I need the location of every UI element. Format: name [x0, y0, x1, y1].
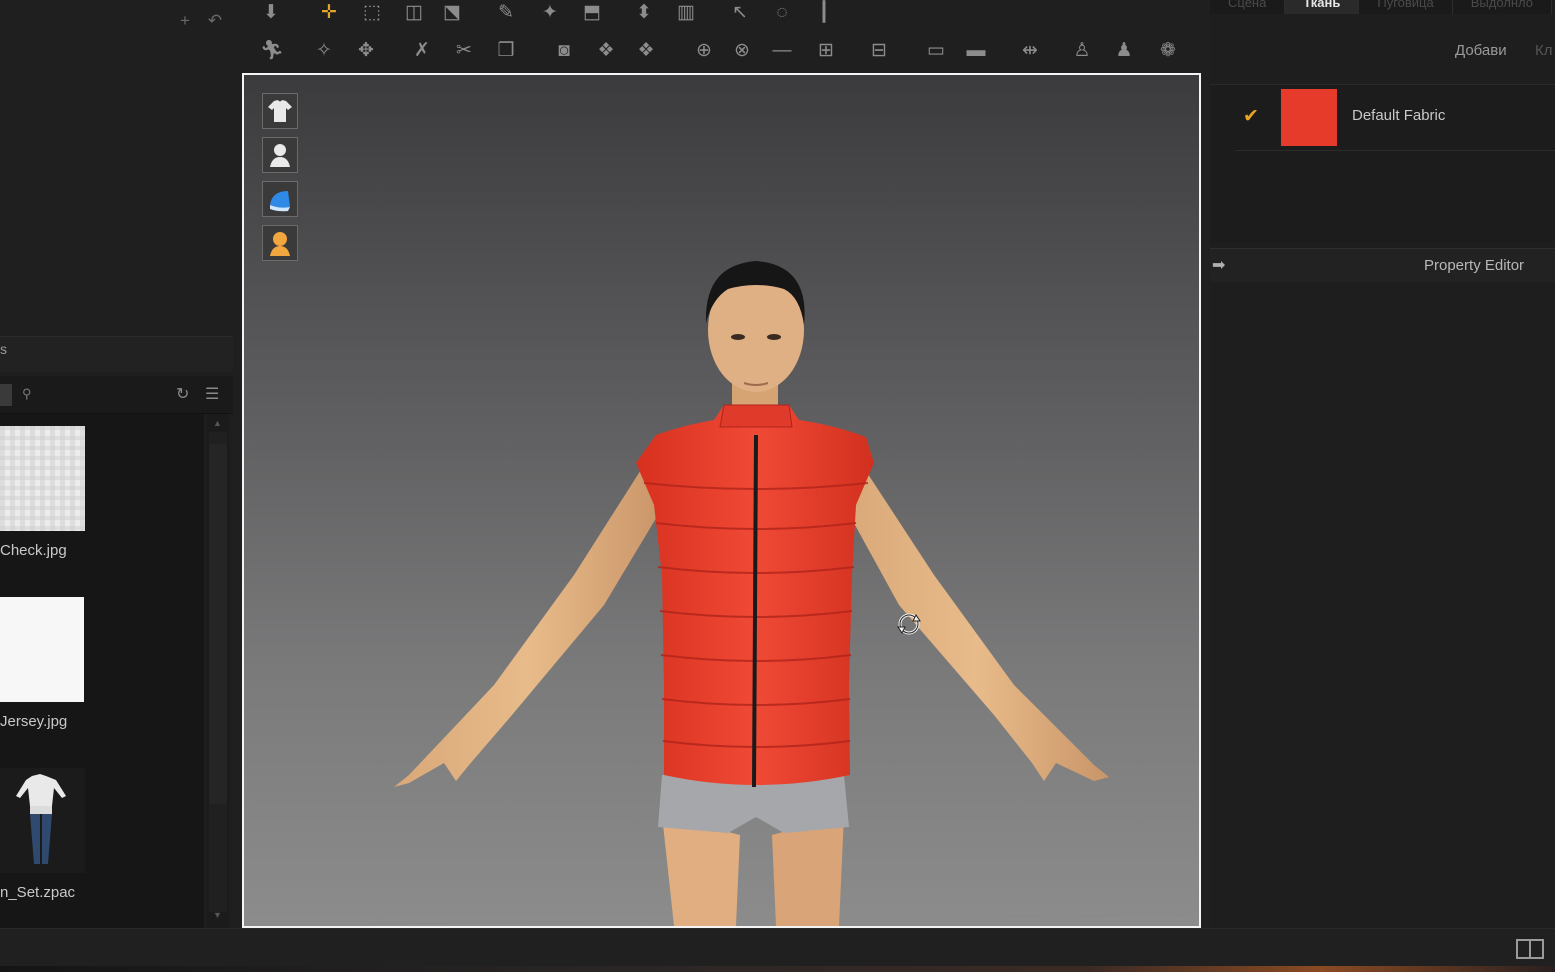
pen-icon[interactable]: ✎ [492, 0, 520, 26]
object-tabs: Сцена Ткань Пуговица Выдолнло [1210, 0, 1555, 14]
avatar-measure-icon[interactable]: ⊟ [865, 38, 893, 64]
status-bar [0, 928, 1555, 966]
show-avatar-icon[interactable] [262, 137, 298, 173]
cut-icon[interactable]: ✂ [450, 38, 478, 64]
toolbar-row-1: ⬇ ✛ ⬚ ◫ ⬔ ✎ ✦ ⬒ ⬍ ▥ ↖ ◌ ┃ [240, 0, 1205, 28]
library-list: Check.jpg Jersey.jpg n_Set.zpac [0, 414, 204, 928]
button-icon[interactable]: ⊕ [690, 38, 718, 64]
fold-arrange-icon[interactable]: ⇹ [1016, 38, 1044, 64]
plus-icon[interactable]: + [176, 12, 194, 30]
toolbar-row-2: 🏃︎ ✧ ✥ ✗ ✂ ❒ ◙ ❖ ❖ ⊕ ⊗ — ⊞ ⊟ ▭ ▬ ⇹ ♙ ♟ ❁ [240, 30, 1205, 72]
3d-viewport[interactable] [242, 73, 1201, 928]
rotate-cursor-icon [897, 613, 921, 635]
garment-back-icon[interactable]: ▥ [672, 0, 700, 26]
seam-icon[interactable]: ↖ [726, 0, 754, 26]
dart-icon[interactable]: ⬒ [578, 0, 606, 26]
property-editor-title: Property Editor [1424, 257, 1525, 274]
avatar-figure [363, 261, 1185, 926]
tab-topstitch[interactable]: Выдолнло [1452, 0, 1553, 14]
show-garment-icon[interactable] [262, 93, 298, 129]
file-thumbnail-check[interactable] [0, 426, 85, 531]
layout-toggle-icon[interactable] [1516, 939, 1544, 959]
library-header: s [0, 336, 233, 372]
scroll-thumb[interactable] [209, 444, 227, 804]
library-scrollbar[interactable]: ▲ ▼ [207, 414, 229, 928]
pin-icon[interactable]: ┃ [810, 0, 838, 26]
edit-pattern-icon[interactable]: ◫ [400, 0, 428, 26]
property-editor-header: ➡ Property Editor [1210, 248, 1555, 282]
arrow-right-icon[interactable]: ➡ [1212, 255, 1234, 275]
fabric-list: ✔ Default Fabric [1210, 84, 1555, 242]
mesh-icon[interactable]: ❁ [1154, 38, 1182, 64]
file-label: Jersey.jpg [0, 713, 68, 730]
piping-icon[interactable]: ▭ [922, 38, 950, 64]
tab-button[interactable]: Пуговица [1359, 0, 1453, 14]
library-label: s [0, 341, 7, 357]
viewport-display-icons [262, 93, 298, 269]
add-fabric-button[interactable]: Добави [1455, 42, 1507, 59]
library-path-field[interactable] [0, 384, 12, 406]
texture-icon[interactable]: ❒ [492, 38, 520, 64]
avatar-skin-icon[interactable] [262, 225, 298, 261]
garment-front-icon[interactable]: ⬍ [630, 0, 658, 26]
copy-fabric-button[interactable]: Кл [1535, 42, 1555, 59]
select-move-icon[interactable]: ✧ [310, 38, 338, 64]
texture-edit-icon[interactable]: ◙ [550, 38, 578, 64]
tack-icon[interactable]: ✗ [408, 38, 436, 64]
object-browser: + ↶ [0, 0, 233, 335]
undo-icon[interactable]: ↶ [206, 12, 224, 30]
taskbar-strip [0, 966, 1555, 972]
arrow-down-icon[interactable]: ⬇ [257, 0, 285, 26]
file-thumbnail-set[interactable] [0, 768, 85, 873]
list-view-icon[interactable]: ☰ [205, 384, 219, 404]
file-thumbnail-jersey[interactable] [0, 597, 84, 702]
segment-icon[interactable]: ⬔ [438, 0, 466, 26]
library-toolbar: ⚲ ↻ ☰ [0, 376, 233, 414]
texture-view-icon[interactable] [262, 181, 298, 217]
fabric-list-item[interactable]: ✔ Default Fabric [1235, 85, 1555, 151]
zipper-icon[interactable]: ⊞ [812, 38, 840, 64]
graphic-edit-icon[interactable]: ❖ [632, 38, 660, 64]
right-panel: Сцена Ткань Пуговица Выдолнло Добави Кл … [1210, 0, 1555, 928]
fold-icon[interactable]: ✥ [352, 38, 380, 64]
check-icon: ✔ [1243, 106, 1259, 127]
fabric-swatch[interactable] [1281, 89, 1337, 146]
polygon-icon[interactable]: ✦ [536, 0, 564, 26]
file-label: Check.jpg [0, 542, 67, 559]
search-icon[interactable]: ⚲ [22, 386, 32, 402]
scroll-up-icon[interactable]: ▲ [213, 418, 222, 428]
graphic-icon[interactable]: ❖ [592, 38, 620, 64]
refresh-icon[interactable]: ↻ [176, 384, 189, 404]
transform-pattern-icon[interactable]: ✛ [315, 0, 343, 26]
select-rect-icon[interactable]: ⬚ [358, 0, 386, 26]
tab-fabric[interactable]: Ткань [1285, 0, 1360, 14]
fabric-name: Default Fabric [1352, 107, 1446, 124]
tape-icon[interactable]: ▬ [962, 38, 990, 64]
line-icon[interactable]: — [768, 38, 796, 64]
tab-scene[interactable]: Сцена [1210, 0, 1286, 14]
shirt-back-icon[interactable]: ♟ [1110, 38, 1138, 64]
buttonhole-icon[interactable]: ⊗ [728, 38, 756, 64]
file-label: n_Set.zpac [0, 884, 76, 901]
fabric-toolbar: Добави Кл [1210, 30, 1555, 80]
app-window: + ↶ s ⚲ ↻ ☰ Check.jpg Jersey.jpg n_Set.z… [0, 0, 1555, 972]
loop-icon[interactable]: ◌ [768, 0, 796, 26]
simulate-icon[interactable]: 🏃︎ [258, 38, 286, 64]
left-panel: + ↶ s ⚲ ↻ ☰ Check.jpg Jersey.jpg n_Set.z… [0, 0, 233, 928]
shirt-front-icon[interactable]: ♙ [1068, 38, 1096, 64]
scroll-down-icon[interactable]: ▼ [213, 910, 222, 920]
